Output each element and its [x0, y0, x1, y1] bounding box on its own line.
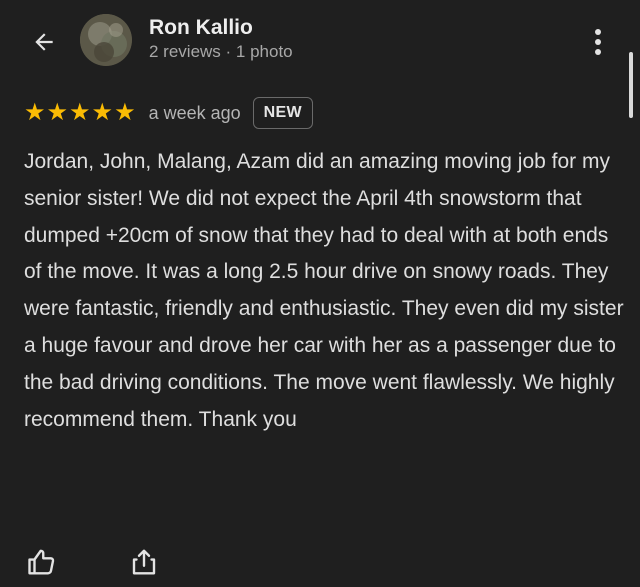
reviewer-meta: 2 reviews · 1 photo — [149, 42, 293, 61]
more-vert-icon-dot — [595, 49, 601, 55]
share-icon — [132, 549, 156, 575]
star-icon: ★ — [69, 99, 91, 126]
thumb-up-icon — [28, 549, 55, 575]
star-icon: ★ — [46, 99, 69, 126]
new-badge: NEW — [252, 97, 313, 129]
avatar[interactable] — [80, 14, 132, 66]
arrow-left-icon — [35, 33, 53, 51]
star-rating: ★ ★ ★ ★ ★ — [24, 101, 136, 125]
star-icon: ★ — [114, 99, 136, 126]
scrollbar-thumb[interactable] — [629, 52, 633, 118]
review-text: Jordan, John, Malang, Azam did an amazin… — [24, 150, 624, 431]
more-vert-icon — [595, 29, 601, 35]
star-icon: ★ — [91, 99, 114, 126]
review-header: Ron Kallio 2 reviews · 1 photo — [0, 0, 640, 90]
share-button[interactable] — [126, 544, 162, 580]
rating-row: ★ ★ ★ ★ ★ a week ago NEW — [24, 96, 313, 130]
reviewer-name[interactable]: Ron Kallio — [149, 16, 253, 40]
back-button[interactable] — [24, 22, 64, 62]
like-button[interactable] — [24, 544, 60, 580]
star-icon: ★ — [24, 99, 46, 126]
more-vert-icon-dot — [595, 39, 601, 45]
avatar-photo — [80, 14, 132, 66]
review-actions — [24, 544, 162, 580]
more-options-button[interactable] — [584, 22, 612, 62]
review-time: a week ago — [148, 102, 241, 123]
